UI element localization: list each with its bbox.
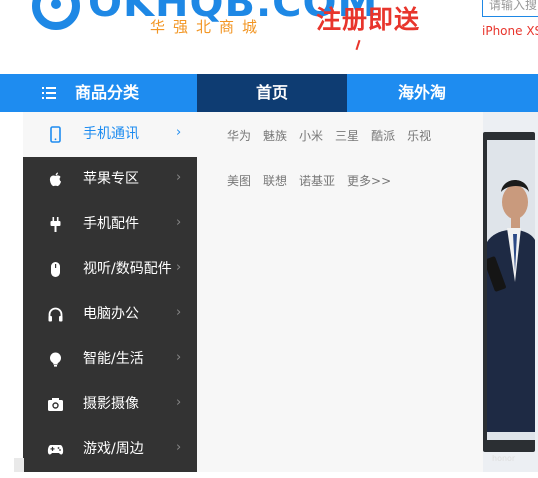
honor-brand-mark: honor [492,454,516,463]
hot-keyword-link[interactable]: iPhone XS [482,24,538,38]
phone-icon [50,126,61,143]
brand-link-more[interactable]: 更多>> [347,174,391,188]
sidebar-item-phones[interactable]: 手机通讯 › [23,112,197,157]
sidebar-item-label: 游戏/周边 [83,441,144,457]
main-nav: 商品分类 首页 海外淘 [0,74,538,112]
site-logo[interactable]: OKHQB.COM 华强北商城 [30,0,377,46]
sidebar-item-apple[interactable]: 苹果专区 › [23,157,197,202]
category-sidebar: 手机通讯 › 苹果专区 › 手机配件 › 视听/数码配件 › 电脑办公 › 智能… [23,112,197,472]
brand-link-meizu[interactable]: 魅族 [263,129,287,143]
hero-banner[interactable]: honor [483,112,538,472]
chevron-right-icon: › [176,440,182,455]
search-input[interactable]: 请输入搜 [482,0,538,17]
chevron-right-icon: › [176,215,182,230]
brand-link-meitu[interactable]: 美图 [227,174,251,188]
chevron-right-icon: › [176,260,182,275]
chevron-right-icon: › [176,305,182,320]
brand-link-samsung[interactable]: 三星 [335,129,359,143]
chevron-right-icon: › [176,170,182,185]
promo-decoration [355,39,361,51]
page-bottom-edge [0,472,538,478]
chevron-right-icon: › [176,125,182,140]
logo-mark-icon [32,0,80,30]
bulb-icon [50,352,61,367]
site-header: OKHQB.COM 华强北商城 注册即送 请输入搜 iPhone XS [0,0,538,74]
category-flyout-panel: 华为 魅族 小米 三星 酷派 乐视 美图 联想 诺基亚 更多>> [197,112,483,472]
sidebar-item-audio-digital[interactable]: 视听/数码配件 › [23,247,197,292]
brand-row-1: 华为 魅族 小米 三星 酷派 乐视 [227,127,443,144]
sidebar-item-label: 手机通讯 [83,126,139,142]
sidebar-item-smart-life[interactable]: 智能/生活 › [23,337,197,382]
chevron-right-icon: › [176,350,182,365]
sidebar-item-label: 电脑办公 [83,306,139,322]
sidebar-item-photography[interactable]: 摄影摄像 › [23,382,197,427]
brand-link-xiaomi[interactable]: 小米 [299,129,323,143]
sidebar-item-label: 视听/数码配件 [83,261,172,277]
brand-link-nokia[interactable]: 诺基亚 [299,174,335,188]
brand-link-coolpad[interactable]: 酷派 [371,129,395,143]
plug-icon [50,217,61,232]
list-menu-icon [42,87,56,99]
brand-link-lenovo[interactable]: 联想 [263,174,287,188]
decorative-shadow [14,458,24,472]
tab-overseas[interactable]: 海外淘 [347,74,497,112]
sidebar-item-label: 智能/生活 [83,351,144,367]
category-menu-toggle[interactable]: 商品分类 [0,74,197,112]
apple-icon [49,172,61,187]
spokesperson-image [487,180,535,432]
sidebar-item-phone-accessories[interactable]: 手机配件 › [23,202,197,247]
headphones-icon [48,307,63,322]
sidebar-item-computer-office[interactable]: 电脑办公 › [23,292,197,337]
gamepad-icon [47,445,64,455]
logo-subtitle: 华强北商城 [150,18,266,36]
category-menu-label: 商品分类 [75,83,140,102]
phone-image: honor [483,132,535,463]
sidebar-item-games[interactable]: 游戏/周边 › [23,427,197,472]
camera-icon [48,398,63,411]
chevron-right-icon: › [176,395,182,410]
brand-link-letv[interactable]: 乐视 [407,129,431,143]
brand-link-huawei[interactable]: 华为 [227,129,251,143]
mouse-icon [51,262,60,277]
tab-home[interactable]: 首页 [197,74,347,112]
sidebar-item-label: 苹果专区 [83,171,139,187]
sidebar-item-label: 手机配件 [83,216,139,232]
register-promo-banner[interactable]: 注册即送 [316,0,420,36]
sidebar-item-label: 摄影摄像 [83,396,139,412]
brand-row-2: 美图 联想 诺基亚 更多>> [227,172,403,189]
